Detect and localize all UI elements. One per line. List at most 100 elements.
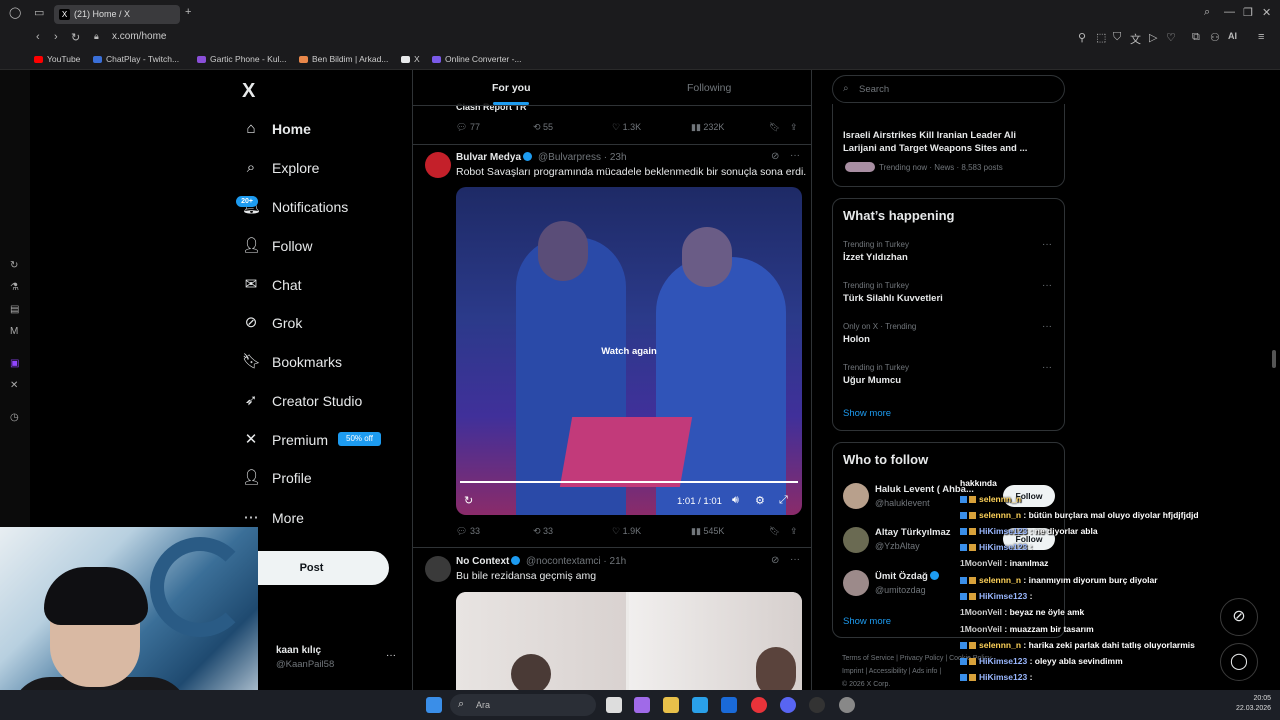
like-button[interactable]: ♡ 1.9K xyxy=(612,526,641,537)
tweet-more-icon[interactable]: ··· xyxy=(790,150,800,161)
tweet-video[interactable]: Watch again ↻ 1:01 / 1:01 🔊︎ ⚙ ⤢ xyxy=(456,187,802,515)
gmail-icon[interactable]: M xyxy=(10,326,18,337)
taskbar-search[interactable]: ⌕ Ara xyxy=(450,694,596,716)
repost-button[interactable]: ⟲ 55 xyxy=(533,122,553,133)
menu-icon[interactable]: ≡ xyxy=(1258,31,1264,43)
user-avatar[interactable] xyxy=(843,527,869,553)
opera-taskbar-icon[interactable] xyxy=(751,697,767,713)
pin-icon[interactable]: ⚲ xyxy=(1078,31,1086,44)
show-more-link[interactable]: Show more xyxy=(843,616,891,627)
fullscreen-icon[interactable]: ⤢ xyxy=(779,494,788,507)
nav-notifications[interactable]: 🔔︎ Notifications xyxy=(242,192,348,222)
grok-explain-icon[interactable]: ⊘ xyxy=(771,151,779,162)
minimize-icon[interactable]: — xyxy=(1224,6,1235,18)
nav-home[interactable]: ⌂ Home xyxy=(242,114,310,144)
workspaces-icon[interactable]: ▭ xyxy=(34,6,44,19)
bookmark-chatplay[interactable]: ChatPlay - Twitch... xyxy=(93,54,179,64)
wallet-icon[interactable]: ▤ xyxy=(10,304,19,315)
ai-button[interactable]: AI xyxy=(1228,31,1237,41)
nav-profile[interactable]: 👤︎ Profile xyxy=(242,463,312,493)
tab-following[interactable]: Following xyxy=(687,82,731,94)
bookmark-ben-bildim[interactable]: Ben Bildim | Arkad... xyxy=(299,54,388,64)
views-button[interactable]: ▮▮ 232K xyxy=(691,122,724,133)
tweet-author-name[interactable]: Bulvar Medya xyxy=(456,152,533,163)
bulvar-medya-avatar[interactable] xyxy=(425,152,451,178)
search-tabs-icon[interactable]: ⌕ xyxy=(1204,6,1210,19)
follow-button[interactable]: Follow xyxy=(1003,485,1055,507)
bookmark-x[interactable]: X xyxy=(401,54,420,64)
grok-explain-icon[interactable]: ⊘ xyxy=(771,555,779,566)
reply-button[interactable]: 💬︎ 77 xyxy=(456,122,480,133)
user-avatar[interactable] xyxy=(843,483,869,509)
chat-fab-icon[interactable]: ◯ xyxy=(1220,643,1258,681)
bookmark-youtube[interactable]: YouTube xyxy=(34,54,80,64)
taskbar-clock[interactable]: 20:05 22.03.2026 xyxy=(1236,694,1271,714)
url-field[interactable]: x.com/home xyxy=(112,31,166,42)
tweet-more-icon[interactable]: ··· xyxy=(790,554,800,565)
tweet-images[interactable] xyxy=(456,592,802,690)
grok-fab-icon[interactable]: ⊘ xyxy=(1220,598,1258,636)
trend-more-icon[interactable]: ··· xyxy=(1042,280,1052,291)
share-button[interactable]: ⇪ xyxy=(790,122,798,133)
repost-button[interactable]: ⟲ 33 xyxy=(533,526,553,537)
tab-for-you[interactable]: For you xyxy=(492,82,531,94)
history-icon[interactable]: ↻ xyxy=(10,260,18,271)
settings-icon[interactable]: ⚙ xyxy=(755,494,765,507)
maximize-icon[interactable]: ❐ xyxy=(1243,6,1253,19)
snapshot-icon[interactable]: ⬚ xyxy=(1096,31,1106,44)
footer-line[interactable]: Terms of Service | Privacy Policy | Cook… xyxy=(842,652,992,665)
heart-icon[interactable]: ♡ xyxy=(1166,31,1176,44)
page-scrollbar[interactable] xyxy=(1272,350,1276,368)
suggested-user-name[interactable]: Ümit Özdağ xyxy=(875,571,939,582)
no-context-avatar[interactable] xyxy=(425,556,451,582)
suggested-user-name[interactable]: Haluk Levent ( Ahba... xyxy=(875,484,974,495)
follow-button[interactable]: Follow xyxy=(1003,528,1055,550)
footer-line[interactable]: Imprint | Accessibility | Ads info | xyxy=(842,665,992,678)
nav-creator-studio[interactable]: ➶ Creator Studio xyxy=(242,386,363,416)
volume-icon[interactable]: 🔊︎ xyxy=(732,494,739,507)
ai-sidebar-icon[interactable]: ⚗ xyxy=(10,282,19,293)
back-icon[interactable]: ‹ xyxy=(36,31,40,43)
forward-icon[interactable]: › xyxy=(54,31,58,43)
new-tab-icon[interactable]: + xyxy=(185,6,191,18)
task-view-icon[interactable] xyxy=(606,697,622,713)
replay-icon[interactable]: ↻ xyxy=(464,494,473,507)
nav-chat[interactable]: ✉ Chat xyxy=(242,270,302,300)
bookmark-gartic[interactable]: Gartic Phone - Kul... xyxy=(197,54,287,64)
steam-icon[interactable] xyxy=(809,697,825,713)
search-input[interactable]: ⌕ Search xyxy=(832,75,1065,103)
nav-bookmarks[interactable]: 🔖︎ Bookmarks xyxy=(242,347,342,377)
nav-premium[interactable]: ✕ Premium xyxy=(242,425,328,455)
file-explorer-icon[interactable] xyxy=(663,697,679,713)
extensions-icon[interactable]: ⧉ xyxy=(1192,31,1200,44)
store-icon[interactable] xyxy=(721,697,737,713)
trend-more-icon[interactable]: ··· xyxy=(1042,239,1052,250)
tweet-author-handle[interactable]: @nocontextamci · 21h xyxy=(526,556,626,567)
trend-name[interactable]: İzzet Yıldızhan xyxy=(843,252,908,263)
bookmark-button[interactable]: 🔖︎ xyxy=(769,526,780,537)
bookmark-online-converter[interactable]: Online Converter -... xyxy=(432,54,522,64)
close-window-icon[interactable]: ✕ xyxy=(1262,6,1271,19)
browser-tab[interactable]: X (21) Home / X xyxy=(54,5,180,24)
nav-follow[interactable]: 👤︎ Follow xyxy=(242,231,312,261)
discord-icon[interactable] xyxy=(780,697,796,713)
obs-icon[interactable] xyxy=(839,697,855,713)
x-logo[interactable]: X xyxy=(242,80,255,103)
show-more-link[interactable]: Show more xyxy=(843,408,891,419)
clock-icon[interactable]: ◷ xyxy=(10,412,19,423)
trend-name[interactable]: Türk Silahlı Kuvvetleri xyxy=(843,293,943,304)
account-more-icon[interactable]: ··· xyxy=(386,650,396,661)
news-panel[interactable]: Israeli Airstrikes Kill Iranian Leader A… xyxy=(832,104,1065,187)
trend-more-icon[interactable]: ··· xyxy=(1042,321,1052,332)
reload-icon[interactable]: ↻ xyxy=(71,31,80,44)
translate-icon[interactable]: 文 xyxy=(1130,31,1141,47)
account-handle[interactable]: @KaanPail58 xyxy=(276,659,334,670)
like-button[interactable]: ♡ 1.3K xyxy=(612,122,641,133)
nav-grok[interactable]: ⊘ Grok xyxy=(242,308,303,338)
account-name[interactable]: kaan kılıç xyxy=(276,645,321,656)
bookmark-button[interactable]: 🔖︎ xyxy=(769,122,780,133)
copilot-icon[interactable] xyxy=(634,697,650,713)
edge-icon[interactable] xyxy=(692,697,708,713)
twitch-icon[interactable]: ▣ xyxy=(10,358,19,369)
shield-icon[interactable]: ⛉ xyxy=(1113,31,1121,44)
